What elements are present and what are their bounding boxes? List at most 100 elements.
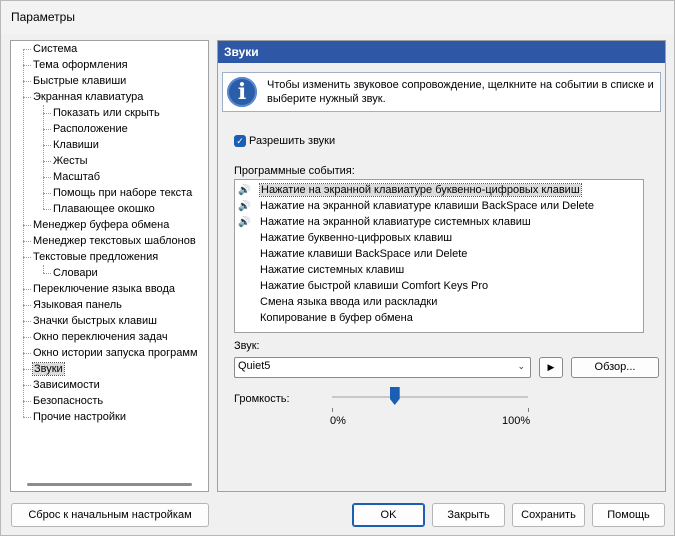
tree-connector xyxy=(23,289,31,290)
tree-item-label: Значки быстрых клавиш xyxy=(33,315,157,327)
tree-connector xyxy=(23,81,31,82)
events-list[interactable]: 🔊 Нажатие на экранной клавиатуре буквенно… xyxy=(234,179,644,333)
volume-slider-track[interactable] xyxy=(332,396,528,398)
tree-item-label: Тема оформления xyxy=(33,59,128,71)
tree-item[interactable]: Зависимости xyxy=(33,377,100,393)
tree-connector xyxy=(43,193,51,194)
tree-item-label: Помощь при наборе текста xyxy=(53,187,193,199)
tree-connector xyxy=(23,369,31,370)
event-item[interactable]: 🔊 Нажатие на экранной клавиатуре системны… xyxy=(238,214,531,230)
tree-item-label: Расположение xyxy=(53,123,128,135)
event-label: Нажатие на экранной клавиатуре системных… xyxy=(260,216,531,228)
event-label: Нажатие на экранной клавиатуре клавиши B… xyxy=(260,200,594,212)
tree-item-label: Быстрые клавиши xyxy=(33,75,127,87)
tree-item[interactable]: Плавающее окошко xyxy=(53,201,155,217)
volume-slider-thumb[interactable] xyxy=(389,387,400,405)
volume-label: Громкость: xyxy=(234,393,290,405)
event-label: Нажатие клавиши BackSpace или Delete xyxy=(260,248,468,260)
tree-item[interactable]: Клавиши xyxy=(53,137,99,153)
tree-item-label: Плавающее окошко xyxy=(53,203,155,215)
tree-item[interactable]: Языковая панель xyxy=(33,297,122,313)
checkmark-icon: ✓ xyxy=(234,135,246,148)
tree-connector xyxy=(43,161,51,162)
ok-button[interactable]: OK xyxy=(352,503,425,527)
tree-item[interactable]: Масштаб xyxy=(53,169,100,185)
event-label: Копирование в буфер обмена xyxy=(260,312,413,324)
tree-item-label: Окно истории запуска программ xyxy=(33,347,198,359)
tree-item-label: Менеджер текстовых шаблонов xyxy=(33,235,196,247)
tree-connector xyxy=(23,225,31,226)
tree-item[interactable]: Прочие настройки xyxy=(33,409,126,425)
tree-item[interactable]: Текстовые предложения xyxy=(33,249,158,265)
volume-max-label: 100% xyxy=(502,415,531,427)
event-item[interactable]: Нажатие клавиши BackSpace или Delete xyxy=(238,246,467,262)
tree-item[interactable]: Менеджер текстовых шаблонов xyxy=(33,233,196,249)
tree-item[interactable]: Значки быстрых клавиш xyxy=(33,313,157,329)
tree-item[interactable]: Тема оформления xyxy=(33,57,128,73)
tree-item[interactable]: Окно истории запуска программ xyxy=(33,345,198,361)
tree-horizontal-scrollbar[interactable] xyxy=(27,483,192,486)
tree-item[interactable]: Помощь при наборе текста xyxy=(53,185,192,201)
tree-connector xyxy=(23,417,31,418)
tree-item-label: Жесты xyxy=(53,155,88,167)
save-button[interactable]: Сохранить xyxy=(512,503,585,527)
tree-item[interactable]: Жесты xyxy=(53,153,88,169)
tree-connector xyxy=(23,65,31,66)
event-item[interactable]: Копирование в буфер обмена xyxy=(238,310,413,326)
panel-header: Звуки xyxy=(218,41,665,63)
play-button[interactable]: ▶ xyxy=(539,357,563,378)
tree-connector xyxy=(23,337,31,338)
tree-connector xyxy=(43,177,51,178)
enable-sounds-label: Разрешить звуки xyxy=(249,135,336,148)
tree-item[interactable]: Показать или скрыть xyxy=(53,105,160,121)
tree-item-label: Словари xyxy=(53,267,98,279)
tree-item-label: Зависимости xyxy=(33,379,100,391)
reset-button[interactable]: Сброс к начальным настройкам xyxy=(11,503,209,527)
sound-select[interactable]: Quiet5 ⌄ xyxy=(234,357,531,378)
tree-item[interactable]: Расположение xyxy=(53,121,128,137)
tree-item[interactable]: Окно переключения задач xyxy=(33,329,168,345)
event-item[interactable]: 🔊 Нажатие на экранной клавиатуре клавиши … xyxy=(238,198,594,214)
event-item[interactable]: Смена языка ввода или раскладки xyxy=(238,294,437,310)
tree-item[interactable]: Словари xyxy=(53,265,98,281)
tree-item-label: Окно переключения задач xyxy=(33,331,168,343)
panel-title: Звуки xyxy=(224,45,259,59)
settings-tree[interactable]: Система Тема оформления Быстрые клавиши Экр… xyxy=(10,40,209,492)
tree-item-label: Система xyxy=(33,43,78,55)
browse-button[interactable]: Обзор... xyxy=(571,357,659,378)
event-item[interactable]: 🔊 Нажатие на экранной клавиатуре буквенно… xyxy=(238,182,582,198)
tree-item-label: Безопасность xyxy=(33,395,104,407)
tree-item-label: Экранная клавиатура xyxy=(33,91,144,103)
tree-connector xyxy=(43,105,44,209)
tree-connector xyxy=(23,321,31,322)
help-button[interactable]: Помощь xyxy=(592,503,665,527)
tree-connector xyxy=(23,97,31,98)
tree-connector xyxy=(23,305,31,306)
tree-item[interactable]: Экранная клавиатура xyxy=(33,89,143,105)
close-button[interactable]: Закрыть xyxy=(432,503,505,527)
tree-item[interactable]: Звуки xyxy=(32,361,65,377)
tree-item[interactable]: Быстрые клавиши xyxy=(33,73,126,89)
tree-connector xyxy=(43,129,51,130)
info-icon: i xyxy=(227,77,257,107)
tree-item[interactable]: Безопасность xyxy=(33,393,103,409)
enable-sounds-checkbox[interactable]: ✓ Разрешить звуки xyxy=(234,134,335,148)
volume-tick-max xyxy=(528,408,529,412)
tree-connector xyxy=(23,401,31,402)
tree-item[interactable]: Система xyxy=(33,41,77,57)
event-item[interactable]: Нажатие быстрой клавиши Comfort Keys Pro xyxy=(238,278,488,294)
tree-item-label: Текстовые предложения xyxy=(33,251,159,263)
tree-connector xyxy=(23,257,31,258)
tree-connector xyxy=(43,209,51,210)
tree-connector xyxy=(23,49,24,417)
event-item[interactable]: Нажатие системных клавиш xyxy=(238,262,404,278)
tree-connector xyxy=(43,113,51,114)
tree-item[interactable]: Переключение языка ввода xyxy=(33,281,175,297)
event-item[interactable]: Нажатие буквенно-цифровых клавиш xyxy=(238,230,452,246)
window-title: Параметры xyxy=(11,10,75,24)
tree-item-label: Показать или скрыть xyxy=(53,107,160,119)
tree-item-label: Переключение языка ввода xyxy=(33,283,175,295)
tree-item-label: Менеджер буфера обмена xyxy=(33,219,170,231)
tree-item[interactable]: Менеджер буфера обмена xyxy=(33,217,169,233)
tree-item-label: Прочие настройки xyxy=(33,411,127,423)
